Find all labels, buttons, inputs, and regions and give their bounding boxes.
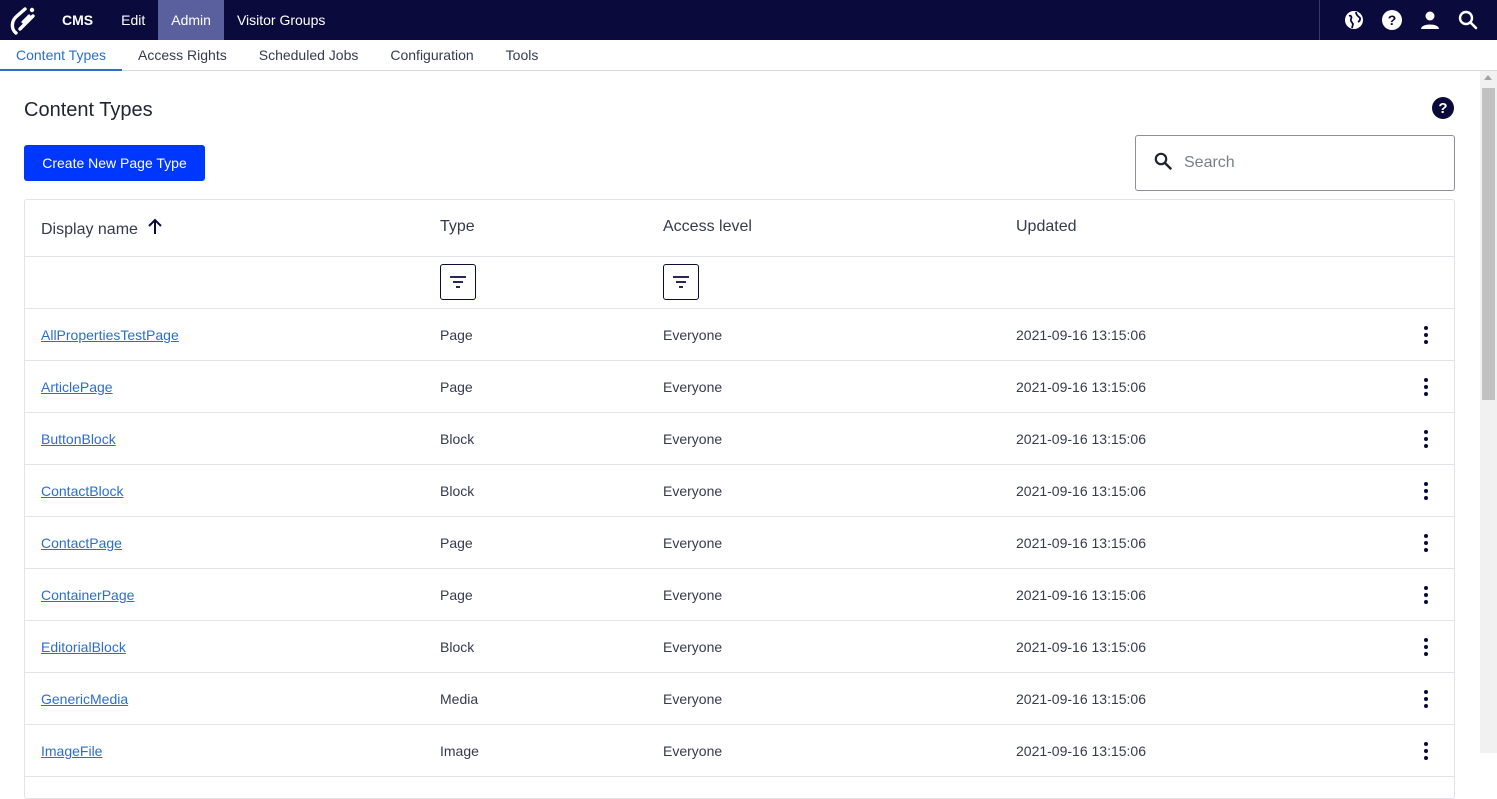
access-level-cell: Everyone (663, 327, 723, 343)
updated-cell: 2021-09-16 13:15:06 (1016, 483, 1146, 499)
type-cell: Image (440, 743, 479, 759)
access-level-filter-button[interactable] (663, 264, 699, 300)
access-level-cell: Everyone (663, 379, 723, 395)
access-level-cell: Everyone (663, 535, 723, 551)
search-field[interactable] (1135, 135, 1455, 191)
updated-cell: 2021-09-16 13:15:06 (1016, 639, 1146, 655)
topbar-divider (1319, 0, 1320, 40)
access-level-cell: Everyone (663, 639, 723, 655)
tab-tools[interactable]: Tools (490, 40, 555, 70)
more-options-icon[interactable] (1415, 323, 1437, 347)
product-nav: CMS Edit Admin Visitor Groups (48, 0, 338, 40)
content-type-link[interactable]: ImageFile (41, 743, 102, 759)
table-header: Display name Type Access level Updated (25, 200, 1454, 257)
type-cell: Page (440, 535, 473, 551)
user-icon[interactable] (1419, 9, 1441, 31)
nav-edit[interactable]: Edit (108, 0, 158, 40)
column-header-updated[interactable]: Updated (1016, 218, 1077, 236)
filter-row (25, 257, 1454, 309)
page-title: Content Types (24, 99, 153, 121)
type-filter-button[interactable] (440, 264, 476, 300)
access-level-cell: Everyone (663, 691, 723, 707)
table-row: ContainerPage Page Everyone 2021-09-16 1… (25, 569, 1454, 621)
more-options-icon[interactable] (1415, 583, 1437, 607)
type-cell: Block (440, 483, 475, 499)
search-icon[interactable] (1457, 9, 1479, 31)
access-level-cell: Everyone (663, 431, 723, 447)
column-header-display-name[interactable]: Display name (41, 218, 164, 241)
table-row: AllPropertiesTestPage Page Everyone 2021… (25, 309, 1454, 361)
content-type-link[interactable]: ArticlePage (41, 379, 113, 395)
content-type-link[interactable]: ContactBlock (41, 483, 123, 499)
table-row: GenericMedia Media Everyone 2021-09-16 1… (25, 673, 1454, 725)
optimizely-logo-icon[interactable] (0, 0, 48, 40)
more-options-icon[interactable] (1415, 635, 1437, 659)
table-row: ButtonBlock Block Everyone 2021-09-16 13… (25, 413, 1454, 465)
search-icon (1154, 152, 1172, 175)
content-type-link[interactable]: AllPropertiesTestPage (41, 327, 179, 343)
updated-cell: 2021-09-16 13:15:06 (1016, 535, 1146, 551)
updated-cell: 2021-09-16 13:15:06 (1016, 431, 1146, 447)
tab-content-types[interactable]: Content Types (0, 40, 123, 71)
access-level-cell: Everyone (663, 743, 723, 759)
table-row: ContactBlock Block Everyone 2021-09-16 1… (25, 465, 1454, 517)
page-help-icon[interactable]: ? (1432, 97, 1454, 119)
more-options-icon[interactable] (1415, 531, 1437, 555)
table-row: ContactPage Page Everyone 2021-09-16 13:… (25, 517, 1454, 569)
type-cell: Page (440, 379, 473, 395)
more-options-icon[interactable] (1415, 739, 1437, 763)
type-cell: Block (440, 431, 475, 447)
arrow-up-icon (146, 218, 164, 241)
create-new-page-type-button[interactable]: Create New Page Type (24, 145, 205, 181)
column-header-type[interactable]: Type (440, 218, 475, 236)
filter-icon (673, 276, 689, 288)
svg-text:?: ? (1388, 12, 1397, 28)
topbar-actions: ? (1343, 0, 1479, 40)
type-cell: Page (440, 327, 473, 343)
updated-cell: 2021-09-16 13:15:06 (1016, 379, 1146, 395)
content-type-link[interactable]: ButtonBlock (41, 431, 116, 447)
column-header-access-level[interactable]: Access level (663, 218, 752, 236)
content-type-link[interactable]: EditorialBlock (41, 639, 126, 655)
column-header-label: Display name (41, 220, 138, 238)
updated-cell: 2021-09-16 13:15:06 (1016, 691, 1146, 707)
type-cell: Media (440, 691, 479, 707)
top-navigation-bar: CMS Edit Admin Visitor Groups ? (0, 0, 1497, 40)
tab-configuration[interactable]: Configuration (374, 40, 489, 70)
page-scrollbar[interactable] (1480, 71, 1497, 753)
admin-tabs: Content Types Access Rights Scheduled Jo… (0, 40, 1497, 71)
scroll-up-arrow-icon[interactable] (1484, 75, 1492, 80)
content-type-link[interactable]: GenericMedia (41, 691, 128, 707)
more-options-icon[interactable] (1415, 687, 1437, 711)
nav-visitor-groups[interactable]: Visitor Groups (224, 0, 338, 40)
updated-cell: 2021-09-16 13:15:06 (1016, 327, 1146, 343)
table-row: ArticlePage Page Everyone 2021-09-16 13:… (25, 361, 1454, 413)
more-options-icon[interactable] (1415, 427, 1437, 451)
more-options-icon[interactable] (1415, 479, 1437, 503)
globe-icon[interactable] (1343, 9, 1365, 31)
more-options-icon[interactable] (1415, 375, 1437, 399)
access-level-cell: Everyone (663, 587, 723, 603)
table-row: EditorialBlock Block Everyone 2021-09-16… (25, 621, 1454, 673)
table-body: AllPropertiesTestPage Page Everyone 2021… (25, 309, 1454, 777)
tab-scheduled-jobs[interactable]: Scheduled Jobs (243, 40, 375, 70)
scrollbar-thumb[interactable] (1482, 88, 1495, 400)
table-row: ImageFile Image Everyone 2021-09-16 13:1… (25, 725, 1454, 777)
help-icon[interactable]: ? (1381, 9, 1403, 31)
type-cell: Page (440, 587, 473, 603)
access-level-cell: Everyone (663, 483, 723, 499)
updated-cell: 2021-09-16 13:15:06 (1016, 743, 1146, 759)
updated-cell: 2021-09-16 13:15:06 (1016, 587, 1146, 603)
content-types-table: Display name Type Access level Updated A… (24, 199, 1455, 799)
content-type-link[interactable]: ContainerPage (41, 587, 134, 603)
nav-admin[interactable]: Admin (158, 0, 224, 40)
search-input[interactable] (1184, 154, 1424, 172)
tab-access-rights[interactable]: Access Rights (122, 40, 243, 70)
filter-icon (450, 276, 466, 288)
nav-cms[interactable]: CMS (48, 0, 108, 40)
content-type-link[interactable]: ContactPage (41, 535, 122, 551)
type-cell: Block (440, 639, 475, 655)
